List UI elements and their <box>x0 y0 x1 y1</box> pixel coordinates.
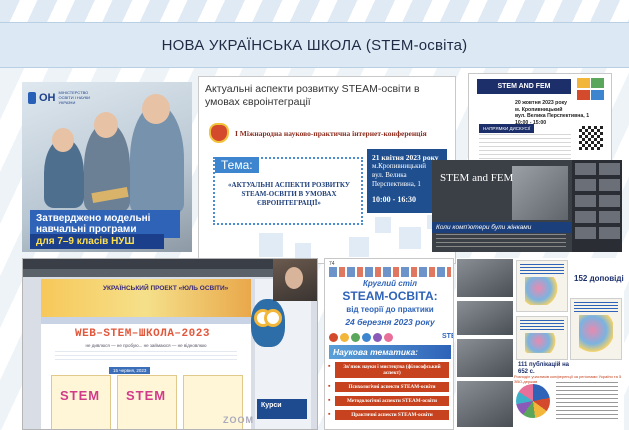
courses-button[interactable]: Курси <box>257 399 307 419</box>
ministry-logo: ОН МІНІСТЕРСТВО ОСВІТИ І НАУКИ УКРАЇНИ <box>28 90 93 105</box>
student-face <box>94 112 118 138</box>
topic-box: Тема: «АКТУАЛЬНІ АСПЕКТИ РОЗВИТКУ STEAM-… <box>213 157 363 225</box>
participant-tile[interactable] <box>574 210 597 224</box>
topic-item: Методологічні аспекти STEAM-освіти <box>328 396 449 406</box>
proceedings-cover <box>516 316 568 360</box>
web-stem-school-screenshot[interactable]: УКРАЇНСЬКИЙ ПРОЕКТ «ЮЛЬ ОСВІТИ» WEB–STEM… <box>22 258 318 430</box>
conference-slide[interactable]: Актуальні аспекти розвитку STEAM-освіти … <box>198 76 456 264</box>
participant-tile[interactable] <box>598 162 621 176</box>
stem-logo: STEM <box>60 388 101 403</box>
speaker-face <box>285 267 303 289</box>
ministry-poster[interactable]: ОН МІНІСТЕРСТВО ОСВІТИ І НАУКИ УКРАЇНИ З… <box>22 82 192 252</box>
proceedings-cover <box>516 260 568 312</box>
stem-card[interactable]: STEM <box>51 375 111 429</box>
topic-item: Практичні аспекти STEAM-освіти <box>328 410 449 420</box>
participant-tile[interactable] <box>574 162 597 176</box>
shared-slide: STEM and FEM Коли комп'ютери були жінкам… <box>432 160 572 252</box>
project-name: УКРАЇНСЬКИЙ ПРОЕКТ «ЮЛЬ ОСВІТИ» <box>103 285 229 292</box>
participant-tile[interactable] <box>574 178 597 192</box>
topic-text: «АКТУАЛЬНІ АСПЕКТИ РОЗВИТКУ STEAM-ОСВІТИ… <box>228 181 350 207</box>
site-menu[interactable] <box>41 317 251 324</box>
trident-icon <box>28 91 36 104</box>
stem-fem-poster[interactable]: STEM AND FEM 20 жовтня 2023 року м. Кроп… <box>468 73 612 165</box>
slide-title: STEM and FEM <box>440 172 514 184</box>
steam-tag: STEAM <box>442 332 453 340</box>
student-face <box>52 128 74 152</box>
university-emblem-icon <box>209 123 229 143</box>
student-face <box>142 94 170 124</box>
participant-tile[interactable] <box>574 226 597 240</box>
site-text <box>55 351 237 363</box>
historic-photo <box>512 166 568 220</box>
site-motto: не дивлюся — не пробую... не займаюся — … <box>85 343 207 348</box>
slide-text <box>436 234 566 250</box>
conference-name: І Міжнародна науково-практична інтернет-… <box>235 129 427 138</box>
proceedings-cover <box>570 298 622 360</box>
participant-tile[interactable] <box>598 194 621 208</box>
participant-tile[interactable] <box>598 226 621 240</box>
zoom-watermark: ZOOM <box>223 415 254 425</box>
stem-card[interactable]: STEM <box>117 375 177 429</box>
topic-item: Психологічні аспекти STEAM-освіти <box>328 382 449 392</box>
logo-text: МІНІСТЕРСТВО ОСВІТИ І НАУКИ УКРАЇНИ <box>58 90 91 105</box>
event-photo <box>456 380 514 428</box>
site-headline: WEB–STEM–ШКОЛА–2023 <box>75 328 210 340</box>
date-chip: 15 червня, 2023 <box>109 367 151 374</box>
sponsor-logos: STEAM <box>329 331 453 343</box>
collage: ОН МІНІСТЕРСТВО ОСВІТИ І НАУКИ УКРАЇНИ З… <box>0 68 629 430</box>
speaker-video <box>273 259 317 301</box>
qr-code-icon <box>579 126 603 150</box>
event-photo <box>456 338 514 378</box>
discussion-button[interactable]: НАПРЯМКИ ДИСКУСІЇ <box>479 124 535 133</box>
round-table-poster[interactable]: 74 Круглий стіл STEAM-ОСВІТА: від теорії… <box>324 258 454 430</box>
topic-item: Зв'язок науки і мистецтва (філософський … <box>328 362 449 378</box>
event-date: 24 березня 2023 року <box>345 317 435 327</box>
event-title: STEAM-ОСВІТА: <box>342 289 438 303</box>
participant-tile[interactable] <box>598 210 621 224</box>
reports-count: 152 доповіді <box>574 274 624 283</box>
logo-mark: ОН <box>39 91 56 104</box>
participant-tile[interactable] <box>598 178 621 192</box>
website-page: УКРАЇНСЬКИЙ ПРОЕКТ «ЮЛЬ ОСВІТИ» WEB–STEM… <box>41 279 251 429</box>
pie-legend <box>556 382 618 422</box>
slide-title: Актуальні аспекти розвитку STEAM-освіти … <box>205 83 420 108</box>
stem-logo: STEM <box>126 388 167 403</box>
site-banner: УКРАЇНСЬКИЙ ПРОЕКТ «ЮЛЬ ОСВІТИ» <box>41 279 251 317</box>
partner-logos <box>329 267 451 277</box>
owl-mascot-icon <box>251 299 285 347</box>
event-photo <box>456 300 514 336</box>
participant-tile[interactable] <box>574 194 597 208</box>
publications-collage[interactable]: 152 доповіді 111 публікацій на 652 с. Ро… <box>456 258 624 430</box>
event-kind: Круглий стіл <box>362 279 418 288</box>
poster-header: STEM AND FEM <box>477 79 571 94</box>
participants-pie-chart <box>516 384 550 418</box>
poster-subline: для 7–9 класів НУШ <box>30 234 164 249</box>
topic-label: Тема: <box>215 157 259 173</box>
header-stripe <box>0 0 629 22</box>
poster-body-text <box>479 134 571 162</box>
event-address: вул. Велика Перспективна, 1 <box>515 113 590 119</box>
event-photo <box>456 258 514 298</box>
slide-caption: Коли комп'ютери були жінками <box>432 222 572 233</box>
theme-header: Наукова тематика: <box>329 345 451 359</box>
page-title: НОВА УКРАЇНСЬКА ШКОЛА (STEM-освіта) <box>161 36 468 54</box>
title-bar: НОВА УКРАЇНСЬКА ШКОЛА (STEM-освіта) <box>0 22 629 68</box>
event-subtitle: від теорії до практики <box>346 305 434 314</box>
stickers-icon <box>577 78 605 100</box>
stem-fem-video-call[interactable]: STEM and FEM Коли комп'ютери були жінкам… <box>432 160 622 252</box>
event-details: 20 жовтня 2023 року м. Кропивницький вул… <box>515 100 589 126</box>
